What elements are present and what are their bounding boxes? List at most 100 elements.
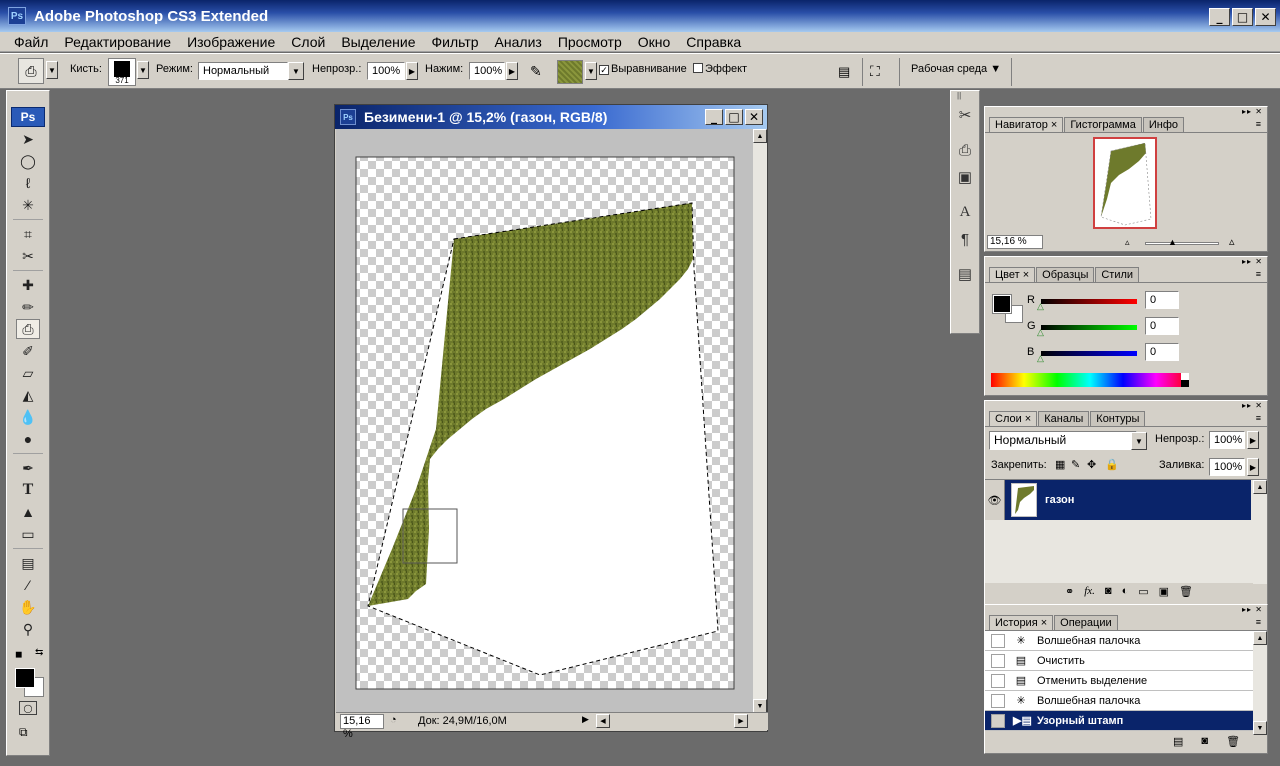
new-layer-icon[interactable]: ▣ [1159,585,1169,598]
navigator-slider-thumb-icon[interactable]: ▲ [1168,237,1177,247]
green-value-input[interactable]: 0 [1145,317,1179,335]
doc-minimize-button[interactable]: _ [705,109,723,125]
brush-picker[interactable]: 371 [108,58,136,86]
crop-tool-icon[interactable]: ⌗ [16,224,40,244]
eyedropper-tool-icon[interactable]: ⁄ [16,575,40,595]
swap-colors-icon[interactable]: ⇆ [35,647,43,658]
status-info-icon[interactable]: ◔ [390,714,397,726]
menu-window[interactable]: Окно [630,34,679,50]
layer-row[interactable]: 👁 газон [985,480,1251,520]
layer-style-icon[interactable]: fx. [1084,585,1095,598]
tab-styles[interactable]: Стили [1095,267,1140,282]
toolbox-logo[interactable]: Ps [11,107,45,127]
green-slider-thumb-icon[interactable]: △ [1037,327,1044,338]
tab-history[interactable]: История × [989,615,1054,630]
paragraph-icon[interactable]: ¶ [953,227,977,251]
opacity-slider-icon[interactable]: ▶ [406,62,418,80]
eraser-tool-icon[interactable]: ▱ [16,363,40,383]
layers-scroll-up-icon[interactable]: ▲ [1253,480,1267,494]
scroll-down-icon[interactable]: ▼ [753,699,767,713]
foreground-color-swatch[interactable] [15,668,35,688]
zoom-out-icon[interactable]: ▵ [1125,237,1130,248]
pattern-picker[interactable] [557,60,583,84]
lock-pixels-icon[interactable]: ✎ [1071,458,1080,471]
menu-layer[interactable]: Слой [283,34,333,50]
layer-opacity-input[interactable]: 100% [1209,431,1245,449]
blue-value-input[interactable]: 0 [1145,343,1179,361]
history-menu-icon[interactable]: ≡ [1256,617,1261,627]
pattern-dropdown-icon[interactable]: ▼ [585,62,597,80]
tab-histogram[interactable]: Гистограмма [1064,117,1142,132]
status-menu-icon[interactable]: ▶ [582,714,589,725]
layer-blend-mode-select[interactable]: Нормальный [989,431,1137,450]
maximize-button[interactable]: □ [1232,8,1253,26]
history-snapshot-checkbox[interactable] [991,633,1005,648]
layers-panel-grip[interactable]: ▸▸ ✕ [1242,401,1263,410]
airbrush-icon[interactable]: ✎ [530,63,542,80]
history-snapshot-checkbox[interactable] [991,653,1005,668]
menu-file[interactable]: Файл [6,34,56,50]
blue-slider[interactable] [1041,351,1137,356]
menu-image[interactable]: Изображение [179,34,283,50]
history-scrollbar[interactable]: ▲ ▼ [1253,631,1267,735]
tab-paths[interactable]: Контуры [1090,411,1146,426]
minimize-button[interactable]: _ [1209,8,1230,26]
hand-tool-icon[interactable]: ✋ [16,597,40,617]
layer-opacity-slider-icon[interactable]: ▶ [1247,431,1259,449]
delete-layer-icon[interactable]: 🗑 [1179,585,1193,598]
quick-mask-icon[interactable]: ◯ [19,701,37,715]
navigator-panel-grip[interactable]: ▸▸ ✕ [1242,107,1263,116]
workspace-button[interactable]: Рабочая среда ▼ [911,63,1001,75]
flow-slider-icon[interactable]: ▶ [506,62,518,80]
navigator-zoom-field[interactable]: 15,16 % [987,235,1043,249]
history-item[interactable]: ▤ Очистить [985,651,1253,671]
menu-edit[interactable]: Редактирование [56,34,179,50]
red-value-input[interactable]: 0 [1145,291,1179,309]
dodge-tool-icon[interactable]: ● [16,429,40,449]
link-layers-icon[interactable]: ⚭ [1065,585,1074,598]
color-panel-grip[interactable]: ▸▸ ✕ [1242,257,1263,266]
red-slider-thumb-icon[interactable]: △ [1037,301,1044,312]
color-spectrum-bar[interactable] [991,373,1189,387]
lasso-tool-icon[interactable]: ℓ [16,173,40,193]
scroll-right-icon[interactable]: ▶ [734,714,748,728]
tab-info[interactable]: Инфо [1142,117,1185,132]
mode-select[interactable]: Нормальный [198,62,288,80]
pattern-stamp-tool-icon[interactable]: ⎙ [16,319,40,339]
character-icon[interactable]: A [953,200,977,224]
navigator-menu-icon[interactable]: ≡ [1256,119,1261,129]
new-group-icon[interactable]: ▭ [1138,585,1148,598]
history-item-selected[interactable]: ▶▤ Узорный штамп [985,711,1253,731]
menu-filter[interactable]: Фильтр [424,34,487,50]
color-menu-icon[interactable]: ≡ [1256,269,1261,279]
tool-presets-icon[interactable]: ✂ [953,103,977,127]
navigator-zoom-slider[interactable] [1145,242,1219,245]
opacity-input[interactable]: 100% [367,62,405,80]
lock-position-icon[interactable]: ✥ [1087,458,1096,471]
history-panel-grip[interactable]: ▸▸ ✕ [1242,605,1263,614]
red-slider[interactable] [1041,299,1137,304]
brush-tool-icon[interactable]: ✏ [16,297,40,317]
close-button[interactable]: ✕ [1255,8,1276,26]
layer-visibility-eye-icon[interactable]: 👁 [985,480,1005,520]
menu-view[interactable]: Просмотр [550,34,630,50]
color-fg-swatch[interactable] [992,294,1012,314]
adjustment-layer-icon[interactable]: ◐ [1122,585,1129,598]
impressionist-checkbox[interactable] [693,63,703,73]
brushes-icon[interactable]: ▣ [953,165,977,189]
aligned-checkbox[interactable]: ✓ [599,65,609,75]
paint-bucket-tool-icon[interactable]: ◭ [16,385,40,405]
clone-source-icon[interactable]: ⎙ [953,138,977,162]
notes-tool-icon[interactable]: ▤ [16,553,40,573]
fill-input[interactable]: 100% [1209,458,1245,476]
history-item[interactable]: ✳ Волшебная палочка [985,631,1253,651]
tool-preset-picker[interactable]: ⎙ [18,58,44,84]
shape-tool-icon[interactable]: ▭ [16,524,40,544]
vertical-scrollbar[interactable]: ▲ ▼ [753,129,767,713]
pen-tool-icon[interactable]: ✒ [16,458,40,478]
path-selection-tool-icon[interactable]: ▲ [16,502,40,522]
flow-input[interactable]: 100% [469,62,505,80]
layer-name[interactable]: газон [1045,494,1074,506]
history-snapshot-checkbox[interactable] [991,713,1005,728]
canvas-area[interactable] [336,129,754,713]
